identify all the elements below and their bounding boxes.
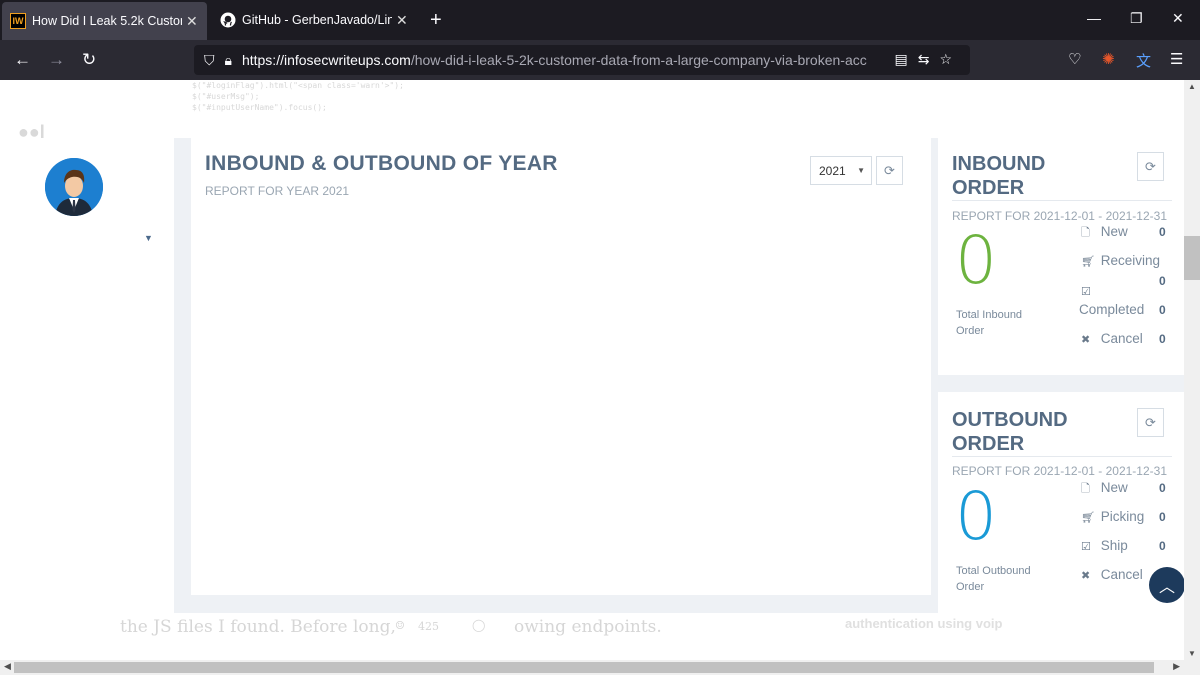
tab-title: How Did I Leak 5.2k Customer D — [32, 14, 182, 28]
background-code: $("#loginFlag").html("<span class='warn'… — [192, 81, 404, 112]
inbound-receiving-value: 0 — [1159, 274, 1166, 288]
chart-title: INBOUND & OUTBOUND OF YEAR — [205, 152, 558, 175]
inbound-stat-new: 🗋 New — [1081, 224, 1128, 243]
outbound-total: 0 — [955, 478, 997, 555]
chart-refresh-button[interactable]: ⟳ — [876, 156, 903, 185]
article-text-ghost-right: owing endpoints. — [514, 617, 662, 637]
outbound-ship-value: 0 — [1159, 539, 1166, 553]
url-bar-actions: ▤⇆☆ — [894, 51, 962, 68]
restore-icon[interactable]: ❐ — [1130, 10, 1143, 27]
inbound-stat-cancel: ✖ Cancel — [1081, 331, 1143, 346]
lock-icon[interactable]: 🔒︎ — [225, 52, 232, 69]
inbound-total-label: Total Inbound Order — [956, 309, 1023, 337]
outbound-picking-value: 0 — [1159, 510, 1166, 524]
divider — [952, 456, 1172, 457]
forward-icon[interactable]: → — [48, 50, 65, 70]
outbound-stat-ship: ☑ Ship — [1081, 538, 1128, 553]
github-icon — [220, 12, 236, 28]
bookmark-star-icon[interactable]: ☆ — [939, 51, 962, 67]
scroll-down-icon[interactable]: ▼ — [1188, 649, 1196, 658]
outbound-stat-picking: 🛒︎ Picking — [1081, 509, 1145, 524]
inbound-stat-receiving: 🛒︎ Receiving — [1081, 253, 1161, 268]
inbound-stat-completed-icon-row: ☑ — [1081, 283, 1097, 298]
horizontal-scroll-thumb[interactable] — [14, 662, 1154, 673]
user-menu-caret-icon[interactable]: ▼ — [144, 233, 153, 243]
refresh-icon: ⟳ — [1145, 158, 1156, 174]
inbound-stat-completed: Completed — [1079, 302, 1145, 317]
year-select-value: 2021 — [819, 163, 846, 178]
x-icon: ✖ — [1081, 570, 1091, 582]
chart-card — [191, 138, 931, 595]
inbound-new-value: 0 — [1159, 225, 1166, 239]
left-sidebar — [12, 140, 174, 615]
file-icon: 🗋 — [1081, 483, 1090, 495]
reload-icon[interactable]: ↻ — [82, 50, 96, 70]
comment-icon-ghost: ◯ — [472, 618, 486, 632]
back-icon[interactable]: ← — [14, 50, 31, 70]
close-tab-icon[interactable]: ✕ — [186, 13, 198, 30]
inbound-subtitle: REPORT FOR 2021-12-01 - 2021-12-31 — [952, 209, 1167, 223]
outbound-new-value: 0 — [1159, 481, 1166, 495]
outbound-title: OUTBOUND ORDER — [952, 409, 1068, 455]
card-gap — [938, 375, 1184, 392]
outbound-stat-cancel: ✖ Cancel — [1081, 567, 1143, 582]
clap-count-ghost: 425 — [418, 620, 439, 633]
vertical-scrollbar[interactable]: ▲ ▼ — [1184, 80, 1200, 660]
chart-subtitle: REPORT FOR YEAR 2021 — [205, 184, 350, 198]
scroll-to-top-button[interactable]: ︿ — [1149, 567, 1185, 603]
chevron-up-icon: ︿ — [1158, 579, 1175, 596]
pocket-icon[interactable]: ♡ — [1068, 50, 1081, 68]
avatar[interactable] — [45, 158, 103, 216]
x-icon: ✖ — [1081, 334, 1091, 346]
refresh-icon: ⟳ — [1145, 414, 1156, 430]
extension-icon[interactable]: ✺ — [1102, 50, 1115, 68]
chevron-down-icon: ▼ — [857, 166, 865, 175]
check-square-icon: ☑ — [1081, 541, 1091, 553]
inbound-title: INBOUND ORDER — [952, 153, 1046, 199]
cart-icon: 🛒︎ — [1081, 512, 1095, 524]
outbound-refresh-button[interactable]: ⟳ — [1137, 408, 1164, 437]
horizontal-scrollbar[interactable]: ◀ ▶ — [0, 660, 1200, 675]
tab-github[interactable]: GitHub - GerbenJavado/LinkFin ✕ — [212, 0, 422, 40]
tab-title: GitHub - GerbenJavado/LinkFin — [242, 13, 392, 27]
inbound-total: 0 — [955, 222, 997, 299]
vertical-scroll-thumb[interactable] — [1184, 236, 1200, 280]
tab-bar: IW How Did I Leak 5.2k Customer D ✕ GitH… — [0, 0, 1200, 40]
scroll-right-icon[interactable]: ▶ — [1173, 661, 1180, 672]
close-tab-icon[interactable]: ✕ — [396, 12, 408, 29]
sidebar-text-ghost: authentication using voip — [845, 616, 1003, 631]
article-text-ghost: the JS files I found. Before long, — [120, 617, 396, 637]
url-text[interactable]: https://infosecwriteups.com/how-did-i-le… — [242, 52, 867, 68]
refresh-icon: ⟳ — [884, 162, 895, 178]
minimize-icon[interactable]: — — [1087, 10, 1101, 26]
shield-icon[interactable]: ⛉ — [204, 52, 215, 69]
inbound-completed-value: 0 — [1159, 303, 1166, 317]
reader-view-icon[interactable]: ▤ — [894, 51, 917, 67]
translate-icon[interactable]: ⇆ — [918, 51, 940, 67]
new-tab-button[interactable]: + — [430, 9, 442, 32]
check-square-icon: ☑ — [1081, 286, 1091, 298]
outbound-stat-new: 🗋 New — [1081, 480, 1128, 499]
cart-icon: 🛒︎ — [1081, 256, 1095, 268]
url-bar[interactable]: ⛉ 🔒︎ https://infosecwriteups.com/how-did… — [194, 45, 970, 75]
inbound-cancel-value: 0 — [1159, 332, 1166, 346]
inbound-refresh-button[interactable]: ⟳ — [1137, 152, 1164, 181]
tab-infosecwriteups[interactable]: IW How Did I Leak 5.2k Customer D ✕ — [2, 2, 207, 40]
divider — [952, 200, 1172, 201]
outbound-total-label: Total Outbound Order — [956, 565, 1031, 593]
close-window-icon[interactable]: ✕ — [1172, 10, 1184, 27]
clap-icon-ghost: ☺ — [395, 619, 405, 632]
scroll-up-icon[interactable]: ▲ — [1188, 82, 1196, 91]
file-icon: 🗋 — [1081, 227, 1090, 239]
infosec-favicon-icon: IW — [10, 13, 26, 29]
year-select[interactable]: 2021 ▼ — [810, 156, 872, 185]
menu-icon[interactable]: ☰ — [1170, 50, 1183, 68]
outbound-subtitle: REPORT FOR 2021-12-01 - 2021-12-31 — [952, 464, 1167, 478]
translate-extension-icon[interactable]: 文 — [1136, 50, 1151, 71]
scroll-left-icon[interactable]: ◀ — [4, 661, 11, 672]
